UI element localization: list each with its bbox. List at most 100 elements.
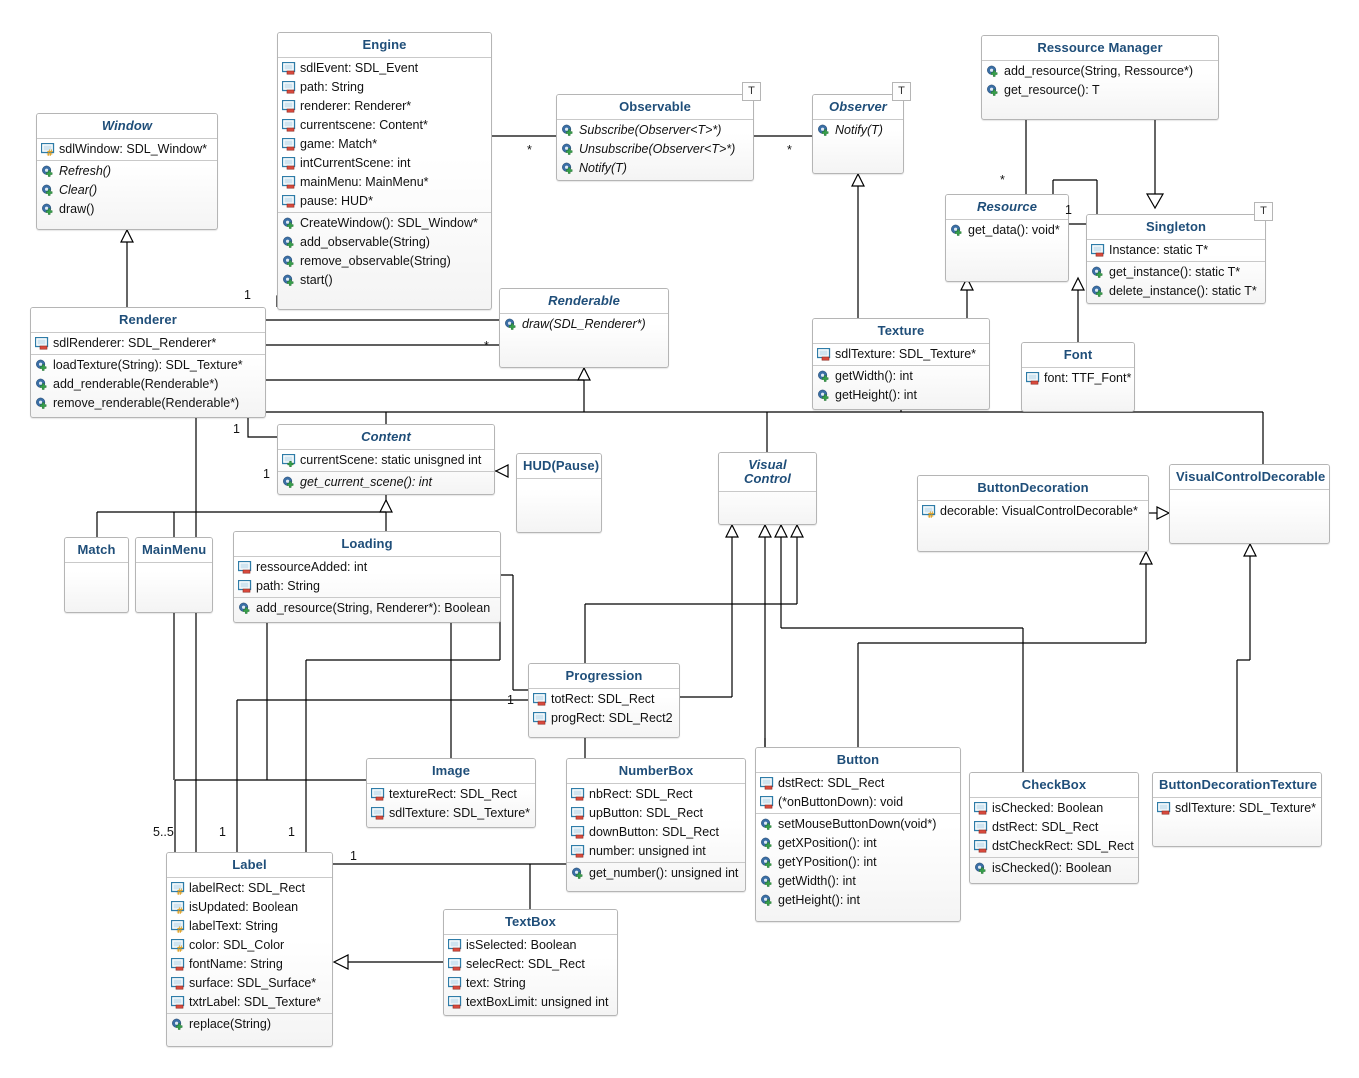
class-box-observable[interactable]: Observable Subscribe(Observer<T>*) Unsubsc… bbox=[556, 94, 754, 181]
class-box-renderer[interactable]: Renderer sdlRenderer: SDL_Renderer* loadTe… bbox=[30, 307, 266, 418]
attributes-section-singleton: Instance: static T* bbox=[1087, 240, 1265, 261]
method-label: getYPosition(): int bbox=[778, 855, 877, 869]
attribute-row: intCurrentScene: int bbox=[278, 154, 491, 173]
attribute-row: font: TTF_Font* bbox=[1022, 369, 1134, 388]
class-box-numberbox[interactable]: NumberBox nbRect: SDL_Rect upButton: SDL_R… bbox=[566, 758, 746, 892]
svg-text:#: # bbox=[46, 149, 53, 156]
attribute-label: dstCheckRect: SDL_Rect bbox=[992, 839, 1134, 853]
public-method-icon bbox=[817, 370, 832, 383]
attribute-row: # labelRect: SDL_Rect bbox=[167, 879, 332, 898]
class-box-ressourcemanager[interactable]: Ressource Manager add_resource(String, Re… bbox=[981, 35, 1219, 120]
private-attribute-icon bbox=[447, 995, 463, 1009]
svg-text:#: # bbox=[176, 926, 183, 933]
method-label: CreateWindow(): SDL_Window* bbox=[300, 216, 478, 230]
private-attribute-icon bbox=[447, 938, 463, 952]
method-label: loadTexture(String): SDL_Texture* bbox=[53, 358, 243, 372]
class-box-font[interactable]: Font font: TTF_Font* bbox=[1021, 342, 1135, 412]
attribute-row: isChecked: Boolean bbox=[970, 799, 1138, 818]
class-title-ressourcemanager: Ressource Manager bbox=[982, 36, 1218, 60]
class-box-image[interactable]: Image textureRect: SDL_Rect sdlTexture: SD… bbox=[366, 758, 536, 828]
class-box-visualcontrol[interactable]: Visual Control bbox=[718, 452, 817, 525]
class-title-observable: Observable bbox=[557, 95, 753, 119]
method-label: getXPosition(): int bbox=[778, 836, 877, 850]
class-box-buttondecorationtexture[interactable]: ButtonDecorationTexture sdlTexture: SDL_T… bbox=[1152, 772, 1322, 847]
private-attribute-icon bbox=[570, 787, 586, 801]
class-box-singleton[interactable]: Singleton Instance: static T* get_instance… bbox=[1086, 214, 1266, 304]
svg-text:#: # bbox=[176, 945, 183, 952]
private-attribute-icon bbox=[370, 806, 386, 820]
method-row: isChecked(): Boolean bbox=[970, 859, 1138, 878]
class-box-content[interactable]: Content currentScene: static unisgned int… bbox=[277, 424, 495, 495]
attribute-label: font: TTF_Font* bbox=[1044, 371, 1132, 385]
class-title-visualcontroldecorable: VisualControlDecorable bbox=[1170, 465, 1329, 489]
multiplicity-label: 1 bbox=[350, 849, 357, 863]
class-box-window[interactable]: Window # sdlWindow: SDL_Window* Refresh() Cl… bbox=[36, 113, 218, 230]
attribute-label: isChecked: Boolean bbox=[992, 801, 1104, 815]
class-box-loading[interactable]: Loading ressourceAdded: int path: String ad… bbox=[233, 531, 501, 623]
attribute-label: sdlTexture: SDL_Texture* bbox=[389, 806, 531, 820]
public-method-icon bbox=[41, 165, 56, 178]
attribute-row: # sdlWindow: SDL_Window* bbox=[37, 140, 217, 159]
class-box-buttondecoration[interactable]: ButtonDecoration # decorable: VisualContro… bbox=[917, 475, 1149, 552]
class-title-content: Content bbox=[278, 425, 494, 449]
attribute-row: renderer: Renderer* bbox=[278, 97, 491, 116]
class-box-texture[interactable]: Texture sdlTexture: SDL_Texture* getWidth(… bbox=[812, 318, 990, 410]
class-box-progression[interactable]: Progression totRect: SDL_Rect progRect: SD… bbox=[528, 663, 680, 738]
class-box-mainmenu[interactable]: MainMenu bbox=[135, 537, 213, 613]
private-attribute-icon bbox=[237, 579, 253, 593]
multiplicity-label: 1 bbox=[507, 693, 514, 707]
class-title-label: Label bbox=[167, 853, 332, 877]
method-label: replace(String) bbox=[189, 1017, 271, 1031]
public-method-icon bbox=[760, 856, 775, 869]
methods-section-ressourcemanager: add_resource(String, Ressource*) get_reso… bbox=[982, 61, 1218, 101]
private-attribute-icon bbox=[447, 957, 463, 971]
private-attribute-icon bbox=[170, 995, 186, 1009]
method-label: isChecked(): Boolean bbox=[992, 861, 1112, 875]
attribute-label: currentscene: Content* bbox=[300, 118, 428, 132]
method-label: draw() bbox=[59, 202, 95, 216]
attribute-label: sdlRenderer: SDL_Renderer* bbox=[53, 336, 217, 350]
class-box-label[interactable]: Label # labelRect: SDL_Rect # isUpdated: Boo… bbox=[166, 852, 333, 1047]
method-label: Clear() bbox=[59, 183, 98, 197]
attributes-section-texture: sdlTexture: SDL_Texture* bbox=[813, 344, 989, 365]
multiplicity-label: 1 bbox=[219, 825, 226, 839]
class-box-visualcontroldecorable[interactable]: VisualControlDecorable bbox=[1169, 464, 1330, 544]
attribute-row: sdlTexture: SDL_Texture* bbox=[813, 345, 989, 364]
class-box-checkbox[interactable]: CheckBox isChecked: Boolean dstRect: SDL_R… bbox=[969, 772, 1139, 884]
private-attribute-icon bbox=[570, 844, 586, 858]
class-box-renderable[interactable]: Renderable draw(SDL_Renderer*) bbox=[499, 288, 669, 368]
class-box-button[interactable]: Button dstRect: SDL_Rect (*onButtonDown): … bbox=[755, 747, 961, 922]
class-box-resource[interactable]: Resource get_data(): void* bbox=[945, 194, 1069, 282]
class-box-hud[interactable]: HUD(Pause) bbox=[516, 453, 602, 533]
method-label: add_renderable(Renderable*) bbox=[53, 377, 219, 391]
public-method-icon bbox=[986, 84, 1001, 97]
private-attribute-icon bbox=[370, 787, 386, 801]
public-method-icon bbox=[950, 224, 965, 237]
public-method-icon bbox=[1091, 266, 1106, 279]
methods-section-engine: CreateWindow(): SDL_Window* add_observabl… bbox=[278, 213, 491, 291]
public-method-icon bbox=[35, 397, 50, 410]
class-box-textbox[interactable]: TextBox isSelected: Boolean selecRect: SDL… bbox=[443, 909, 618, 1016]
private-attribute-icon bbox=[570, 806, 586, 820]
attribute-row: selecRect: SDL_Rect bbox=[444, 955, 617, 974]
class-title-engine: Engine bbox=[278, 33, 491, 57]
public-method-icon bbox=[817, 124, 832, 137]
public-method-icon bbox=[35, 359, 50, 372]
class-box-match[interactable]: Match bbox=[64, 537, 129, 613]
class-box-observer[interactable]: Observer Notify(T) bbox=[812, 94, 904, 174]
attribute-row: dstRect: SDL_Rect bbox=[970, 818, 1138, 837]
private-attribute-icon bbox=[281, 194, 297, 208]
class-box-engine[interactable]: Engine sdlEvent: SDL_Event path: String ren… bbox=[277, 32, 492, 310]
attribute-label: ressourceAdded: int bbox=[256, 560, 368, 574]
multiplicity-label: * bbox=[787, 143, 792, 157]
method-row: remove_renderable(Renderable*) bbox=[31, 394, 265, 413]
attribute-label: isUpdated: Boolean bbox=[189, 900, 299, 914]
class-title-progression: Progression bbox=[529, 664, 679, 688]
method-label: get_number(): unsigned int bbox=[589, 866, 739, 880]
private-attribute-icon bbox=[281, 80, 297, 94]
method-row: Notify(T) bbox=[813, 121, 903, 140]
class-title-loading: Loading bbox=[234, 532, 500, 556]
public-method-icon bbox=[282, 255, 297, 268]
attributes-section-renderer: sdlRenderer: SDL_Renderer* bbox=[31, 333, 265, 354]
attribute-label: intCurrentScene: int bbox=[300, 156, 411, 170]
